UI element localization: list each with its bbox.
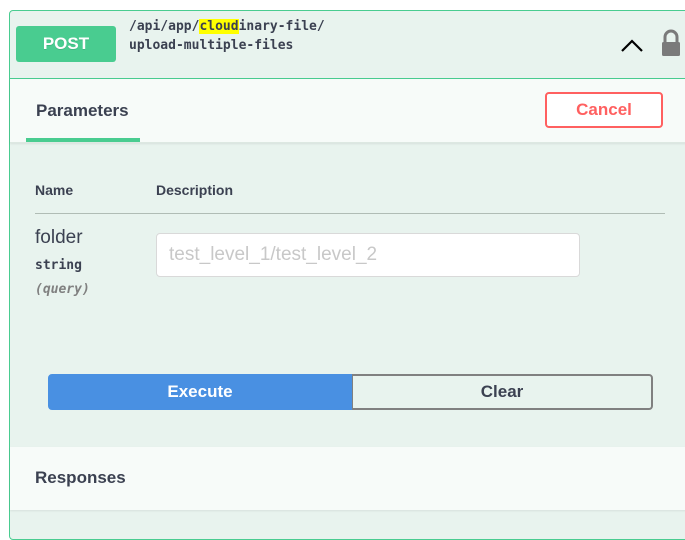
parameter-name: folder xyxy=(35,227,83,248)
tab-parameters[interactable]: Parameters xyxy=(26,79,140,142)
operation-path: /api/app/cloudinary-file/upload-multiple… xyxy=(129,17,329,55)
tab-parameters-label: Parameters xyxy=(36,101,129,120)
responses-section-header: Responses xyxy=(10,447,685,510)
execute-button[interactable]: Execute xyxy=(48,374,352,410)
parameters-section-header: Parameters Cancel xyxy=(10,79,685,143)
column-header-description: Description xyxy=(156,182,234,198)
cancel-button[interactable]: Cancel xyxy=(545,92,663,128)
operation-block: POST /api/app/cloudinary-file/upload-mul… xyxy=(9,10,685,540)
parameter-type: string xyxy=(35,258,82,273)
folder-input[interactable] xyxy=(156,233,580,277)
execute-button-group: Execute Clear xyxy=(48,374,653,410)
column-header-name: Name xyxy=(35,182,74,198)
clear-button[interactable]: Clear xyxy=(352,374,653,410)
operation-summary[interactable]: POST /api/app/cloudinary-file/upload-mul… xyxy=(10,11,685,79)
path-prefix: /api/app/ xyxy=(129,19,200,34)
parameter-location: (query) xyxy=(35,282,90,297)
chevron-up-icon[interactable] xyxy=(620,37,644,53)
path-search-highlight: cloud xyxy=(199,19,239,34)
method-badge: POST xyxy=(16,26,116,62)
table-header-divider xyxy=(35,213,665,214)
lock-icon[interactable] xyxy=(660,29,682,57)
responses-title: Responses xyxy=(35,468,126,487)
